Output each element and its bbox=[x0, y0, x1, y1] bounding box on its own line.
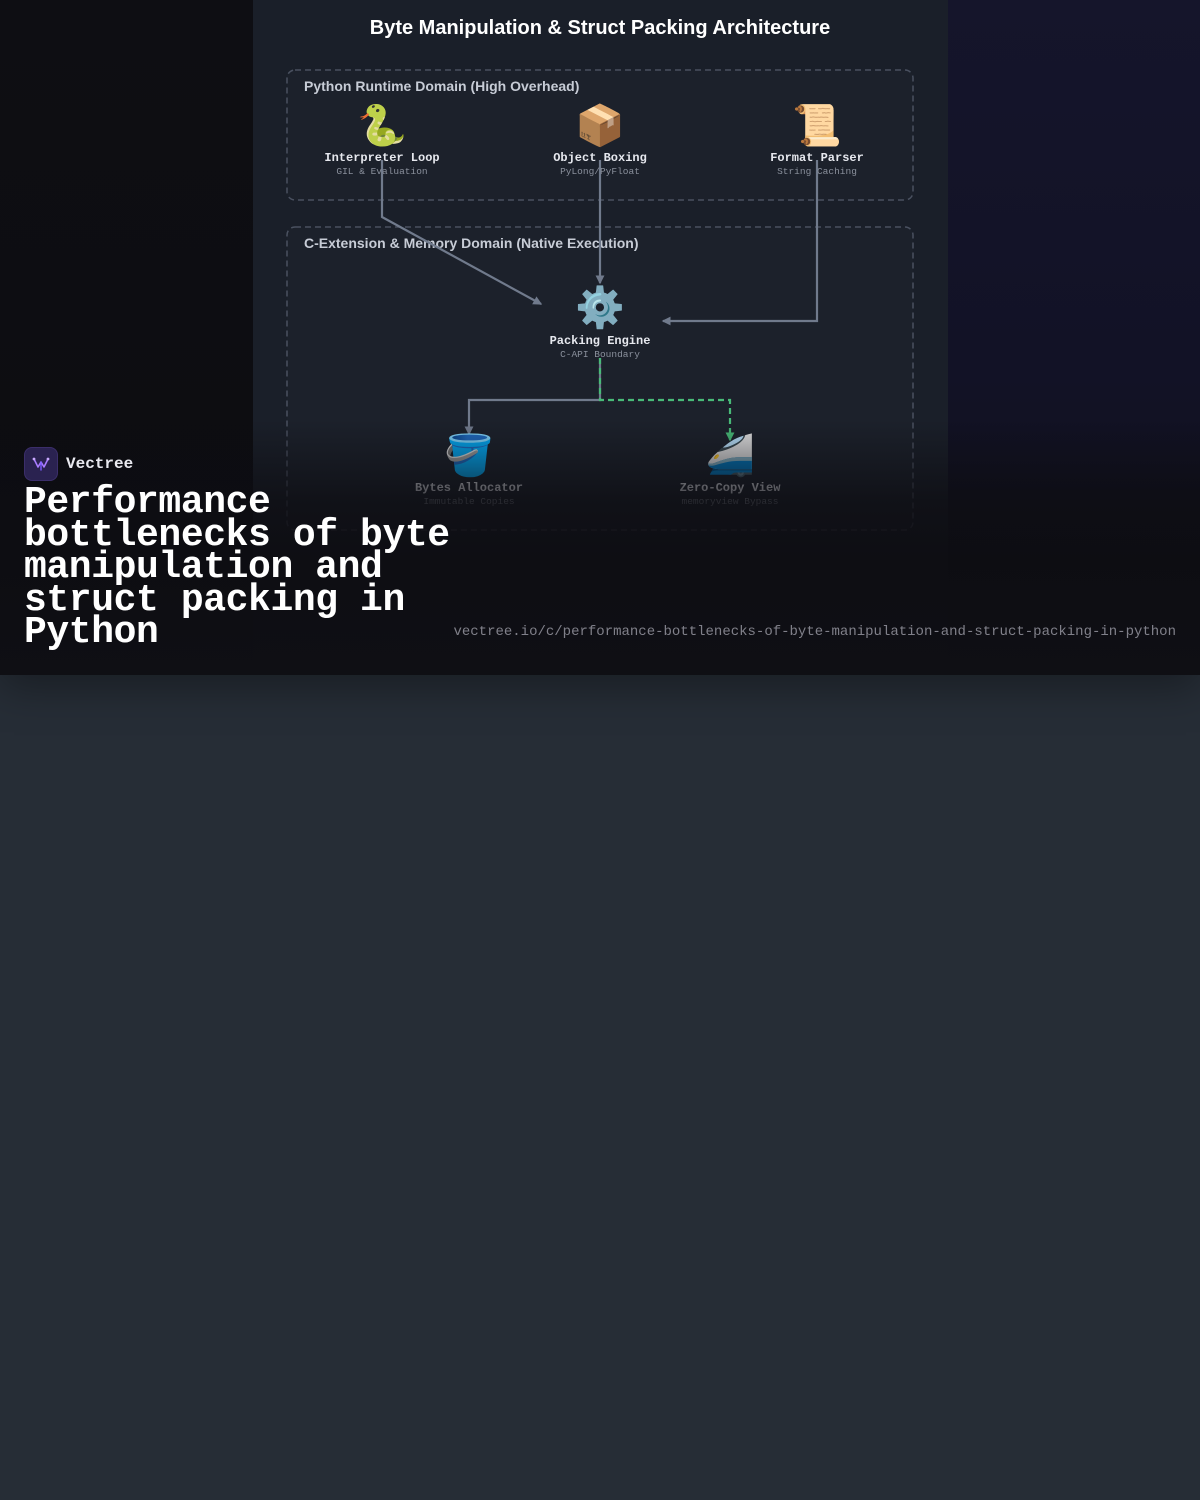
node-label: Format Parser bbox=[770, 151, 864, 165]
node-sublabel: memoryview Bypass bbox=[682, 496, 779, 507]
diagram-title: Byte Manipulation & Struct Packing Archi… bbox=[370, 17, 830, 39]
brand-name: Vectree bbox=[66, 455, 134, 473]
bucket-icon: 🪣 bbox=[444, 432, 494, 478]
node-sublabel: GIL & Evaluation bbox=[336, 166, 427, 177]
bullet-train-icon: 🚄 bbox=[705, 432, 755, 478]
page-headline: Performance bottlenecks of byte manipula… bbox=[24, 481, 450, 654]
preview-card: Byte Manipulation & Struct Packing Archi… bbox=[0, 0, 1200, 675]
node-label: Packing Engine bbox=[550, 334, 651, 348]
python-runtime-group-label: Python Runtime Domain (High Overhead) bbox=[304, 78, 579, 94]
node-sublabel: String Caching bbox=[777, 166, 857, 177]
node-sublabel: PyLong/PyFloat bbox=[560, 166, 640, 177]
node-label: Zero-Copy View bbox=[680, 481, 782, 495]
node-sublabel: C-API Boundary bbox=[560, 349, 640, 360]
snake-icon: 🐍 bbox=[357, 102, 407, 148]
node-label: Interpreter Loop bbox=[324, 151, 439, 165]
gear-icon: ⚙️ bbox=[575, 284, 625, 330]
page-url: vectree.io/c/performance-bottlenecks-of-… bbox=[453, 624, 1176, 640]
scroll-icon: 📜 bbox=[792, 104, 842, 148]
node-label: Object Boxing bbox=[553, 151, 647, 165]
c-extension-group-label: C-Extension & Memory Domain (Native Exec… bbox=[304, 235, 639, 251]
brand: Vectree bbox=[24, 447, 133, 481]
package-icon: 📦 bbox=[575, 102, 625, 148]
vectree-logo-icon bbox=[24, 447, 58, 481]
